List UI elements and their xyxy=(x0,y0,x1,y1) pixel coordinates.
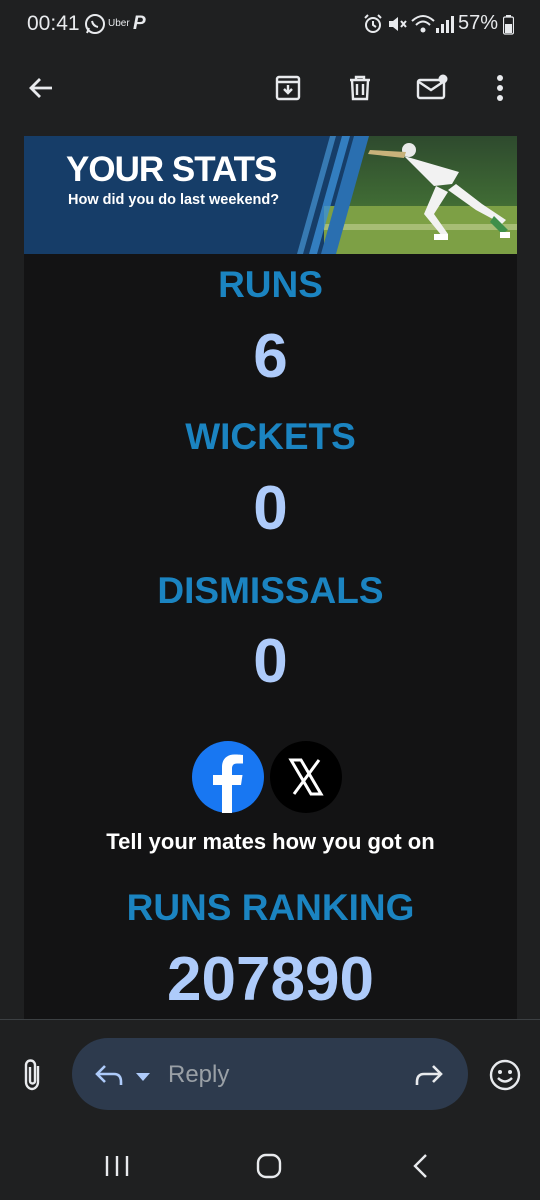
system-navigation-bar xyxy=(0,1130,540,1200)
archive-icon xyxy=(274,74,302,107)
x-share-button[interactable] xyxy=(270,741,342,813)
mark-unread-button[interactable] xyxy=(410,68,454,112)
email-toolbar xyxy=(0,50,540,135)
wifi-icon xyxy=(410,13,436,40)
reply-icon[interactable] xyxy=(94,1060,124,1093)
whatsapp-icon xyxy=(84,13,106,40)
email-body: YOUR STATS How did you do last weekend? … xyxy=(24,136,517,1020)
attachment-icon xyxy=(20,1059,48,1096)
home-button[interactable] xyxy=(256,1153,282,1184)
wickets-value: 0 xyxy=(253,474,288,543)
uber-icon: Uber xyxy=(108,18,130,29)
stats-banner: YOUR STATS How did you do last weekend? xyxy=(24,136,517,254)
dropdown-icon[interactable] xyxy=(136,1069,150,1087)
reply-input[interactable]: Reply xyxy=(168,1061,229,1089)
delete-icon xyxy=(346,74,374,107)
mark-unread-icon xyxy=(416,74,448,107)
runs-ranking-value: 207890 xyxy=(167,945,374,1014)
runs-ranking-label: RUNS RANKING xyxy=(126,887,415,928)
forward-icon[interactable] xyxy=(414,1060,444,1093)
delete-button[interactable] xyxy=(338,68,382,112)
back-button[interactable] xyxy=(19,68,63,112)
alarm-icon xyxy=(362,13,384,40)
battery-percentage: 57% xyxy=(457,12,498,34)
status-bar: 00:41 Uber P 57% xyxy=(0,0,540,50)
facebook-icon xyxy=(192,754,264,817)
back-arrow-icon xyxy=(27,74,55,107)
runs-value: 6 xyxy=(253,322,288,391)
mute-icon xyxy=(386,13,408,40)
wickets-label: WICKETS xyxy=(185,416,356,457)
archive-button[interactable] xyxy=(266,68,310,112)
reply-bar[interactable]: Reply xyxy=(72,1038,468,1110)
banner-subtitle: How did you do last weekend? xyxy=(68,192,280,208)
battery-icon xyxy=(502,15,515,40)
dismissals-label: DISMISSALS xyxy=(157,570,384,611)
x-icon xyxy=(270,758,342,817)
paypal-icon: P xyxy=(133,13,146,34)
recent-apps-button[interactable] xyxy=(104,1154,130,1183)
emoji-button[interactable] xyxy=(488,1058,522,1092)
share-prompt: Tell your mates how you got on xyxy=(106,829,435,854)
system-back-button[interactable] xyxy=(410,1153,430,1184)
runs-label: RUNS xyxy=(218,264,323,305)
attach-button[interactable] xyxy=(20,1058,50,1092)
more-options-button[interactable] xyxy=(478,68,522,112)
facebook-share-button[interactable] xyxy=(192,741,264,813)
banner-title: YOUR STATS xyxy=(66,150,277,189)
dismissals-value: 0 xyxy=(253,627,288,696)
emoji-icon xyxy=(488,1059,522,1096)
compose-divider xyxy=(0,1019,540,1020)
signal-icon xyxy=(436,13,454,40)
more-vert-icon xyxy=(496,74,504,107)
status-time: 00:41 xyxy=(27,12,80,35)
